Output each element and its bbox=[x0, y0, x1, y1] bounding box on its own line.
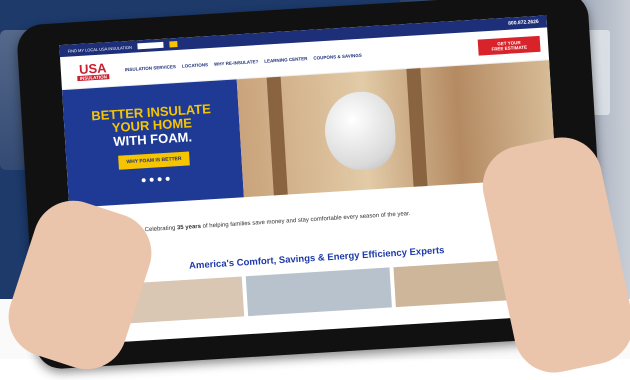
logo-subtitle: INSULATION bbox=[77, 74, 110, 82]
celebrate-text-after: of helping families save money and stay … bbox=[202, 211, 411, 230]
phone-number[interactable]: 800.872.2626 bbox=[508, 19, 539, 27]
carousel-dot[interactable] bbox=[141, 178, 146, 183]
logo[interactable]: USA INSULATION bbox=[68, 57, 117, 86]
hero-panel: BETTER INSULATE YOUR HOME WITH FOAM. WHY… bbox=[62, 79, 244, 208]
carousel-dot[interactable] bbox=[157, 177, 162, 182]
wall-stud bbox=[266, 76, 288, 196]
find-local-label: FIND MY LOCAL USA INSULATION bbox=[67, 44, 133, 54]
celebrate-years: 35 years bbox=[176, 223, 202, 232]
zip-input[interactable] bbox=[137, 41, 165, 50]
carousel-dots bbox=[141, 177, 170, 183]
free-estimate-button[interactable]: GET YOUR FREE ESTIMATE bbox=[477, 35, 541, 56]
nav-insulation-services[interactable]: INSULATION SERVICES bbox=[125, 64, 176, 72]
celebrate-text-before: Celebrating bbox=[144, 225, 176, 234]
carousel-dot[interactable] bbox=[149, 178, 154, 183]
nav-locations[interactable]: LOCATIONS bbox=[182, 62, 208, 69]
wall-stud bbox=[406, 68, 428, 187]
hero-line3: WITH FOAM. bbox=[112, 129, 193, 149]
why-foam-button[interactable]: WHY FOAM IS BETTER bbox=[118, 151, 190, 171]
go-button[interactable] bbox=[169, 40, 178, 48]
nav-learning-center[interactable]: LEARNING CENTER bbox=[264, 56, 307, 64]
photo-tile bbox=[245, 267, 392, 317]
nav-coupons[interactable]: COUPONS & SAVINGS bbox=[313, 52, 362, 60]
foam-insulation-image bbox=[322, 89, 398, 173]
carousel-dot[interactable] bbox=[165, 177, 170, 182]
celebrate-text: Celebrating 35 years of helping families… bbox=[145, 211, 411, 235]
nav-why-reinsulate[interactable]: WHY RE-INSULATE? bbox=[214, 59, 259, 67]
